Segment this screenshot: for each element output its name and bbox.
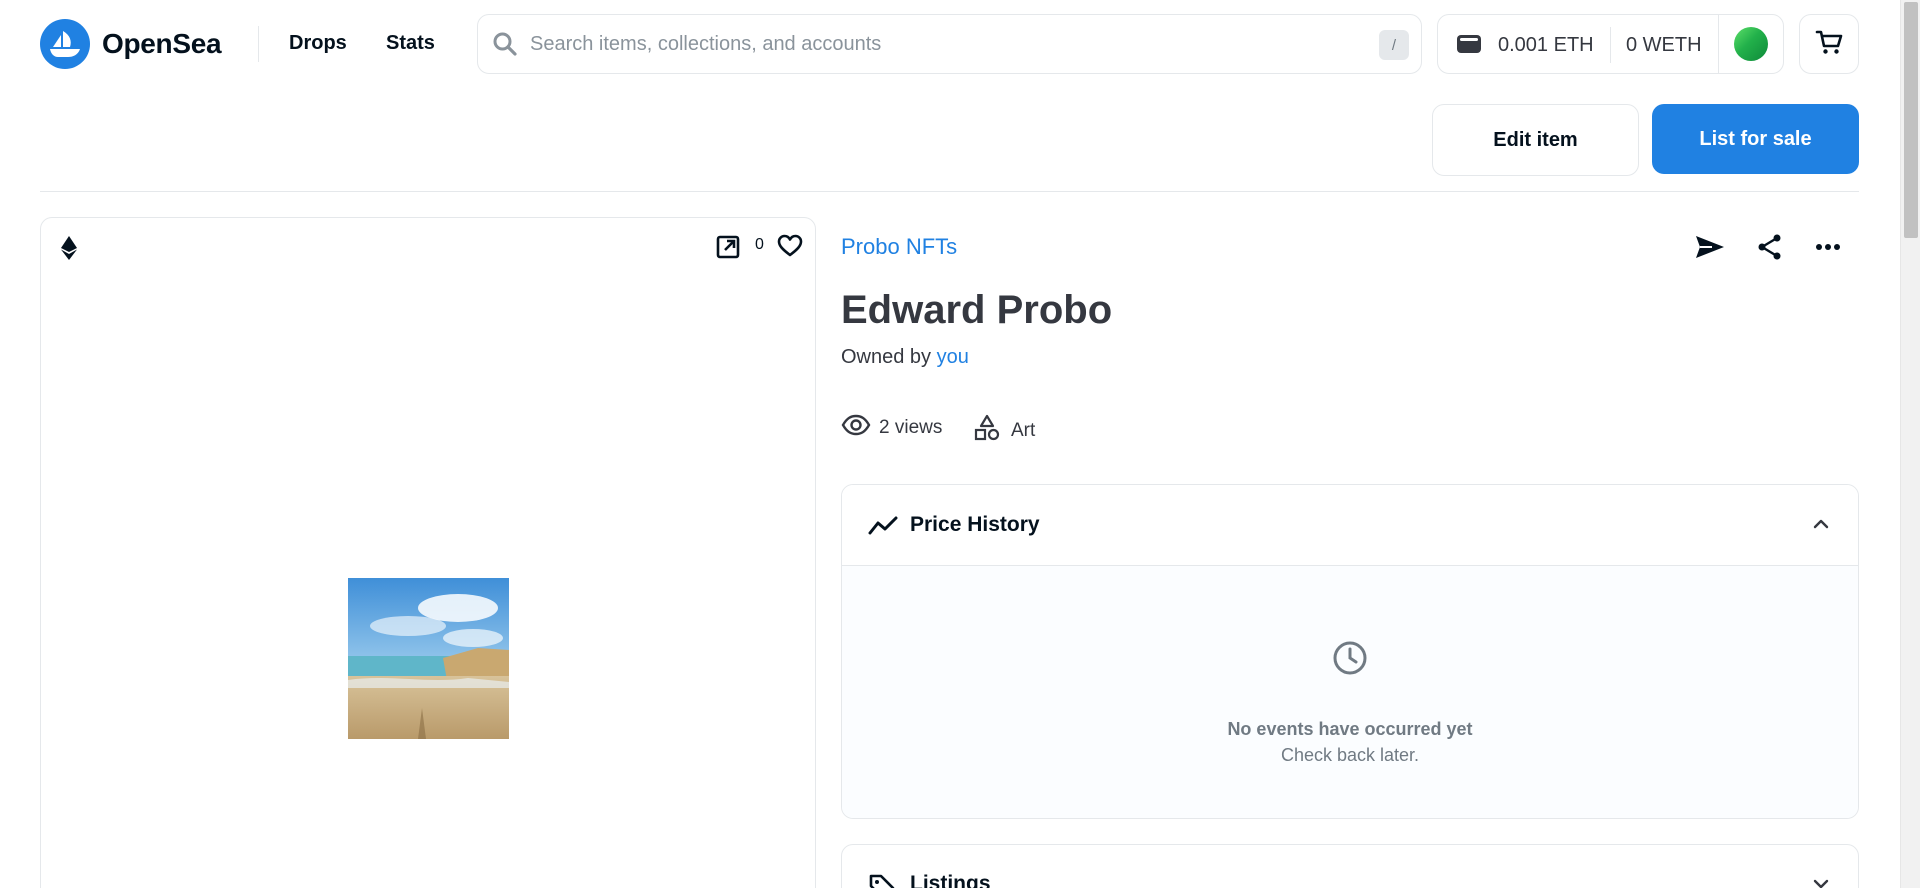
nft-image[interactable] bbox=[348, 578, 509, 739]
heart-icon[interactable] bbox=[777, 233, 803, 264]
profile-avatar[interactable] bbox=[1734, 27, 1768, 61]
eth-balance: 0.001 ETH bbox=[1498, 34, 1594, 56]
cart-button[interactable] bbox=[1799, 14, 1859, 74]
search-icon bbox=[492, 31, 518, 62]
wallet-balance[interactable]: 0.001 ETH 0 WETH bbox=[1437, 14, 1784, 74]
search-bar[interactable]: / bbox=[477, 14, 1422, 74]
brand-name: OpenSea bbox=[102, 28, 222, 59]
search-shortcut-key: / bbox=[1379, 30, 1409, 60]
favorites-count: 0 bbox=[755, 236, 764, 253]
top-nav: OpenSea Drops Stats / 0.001 ETH 0 WETH bbox=[0, 0, 1900, 88]
clock-icon bbox=[1332, 640, 1368, 681]
owned-by-label: Owned by bbox=[841, 346, 932, 368]
edit-item-button[interactable]: Edit item bbox=[1432, 104, 1639, 176]
views-count: 2 views bbox=[841, 414, 942, 442]
chevron-down-icon[interactable] bbox=[1812, 875, 1830, 888]
price-history-panel: Price History No events have occurred ye… bbox=[841, 484, 1859, 819]
header-divider bbox=[40, 191, 1859, 192]
external-link-icon[interactable] bbox=[715, 234, 741, 265]
wallet-divider bbox=[1718, 15, 1719, 73]
cart-icon bbox=[1815, 28, 1843, 61]
price-history-header[interactable]: Price History bbox=[842, 485, 1858, 566]
owner-link[interactable]: you bbox=[937, 346, 969, 368]
weth-balance: 0 WETH bbox=[1626, 34, 1702, 56]
nav-link-stats[interactable]: Stats bbox=[386, 32, 435, 55]
brand-logo[interactable]: OpenSea bbox=[40, 19, 222, 69]
chevron-up-icon[interactable] bbox=[1812, 515, 1830, 538]
tag-icon bbox=[868, 873, 896, 888]
listings-panel[interactable]: Listings bbox=[841, 844, 1859, 888]
trend-line-icon bbox=[868, 515, 898, 542]
price-history-body: No events have occurred yet Check back l… bbox=[842, 566, 1858, 818]
collection-link[interactable]: Probo NFTs bbox=[841, 234, 957, 260]
list-for-sale-button[interactable]: List for sale bbox=[1652, 104, 1859, 174]
category-tag[interactable]: Art bbox=[973, 414, 1035, 448]
opensea-logo-icon bbox=[40, 19, 90, 69]
empty-state-subtitle: Check back later. bbox=[1280, 745, 1420, 765]
wallet-divider bbox=[1610, 27, 1611, 63]
shapes-icon bbox=[973, 414, 1001, 448]
listings-title: Listings bbox=[910, 872, 991, 888]
media-card: 0 bbox=[40, 217, 816, 888]
wallet-icon bbox=[1456, 33, 1482, 60]
item-title: Edward Probo bbox=[841, 288, 1113, 332]
owner-line: Owned by you bbox=[841, 346, 969, 369]
send-icon[interactable] bbox=[1694, 233, 1726, 266]
page-scrollbar[interactable] bbox=[1900, 0, 1920, 888]
eye-icon bbox=[841, 414, 871, 442]
scrollbar-thumb[interactable] bbox=[1904, 2, 1918, 238]
share-icon[interactable] bbox=[1757, 233, 1783, 266]
nav-link-drops[interactable]: Drops bbox=[289, 32, 347, 55]
price-history-title: Price History bbox=[910, 513, 1040, 536]
search-input[interactable] bbox=[530, 15, 1330, 73]
more-options-icon[interactable] bbox=[1815, 238, 1841, 261]
views-label: 2 views bbox=[879, 417, 943, 438]
ethereum-icon bbox=[61, 236, 77, 265]
category-label: Art bbox=[1011, 420, 1036, 441]
empty-state-title: No events have occurred yet bbox=[1227, 719, 1473, 739]
nav-divider bbox=[258, 26, 259, 62]
